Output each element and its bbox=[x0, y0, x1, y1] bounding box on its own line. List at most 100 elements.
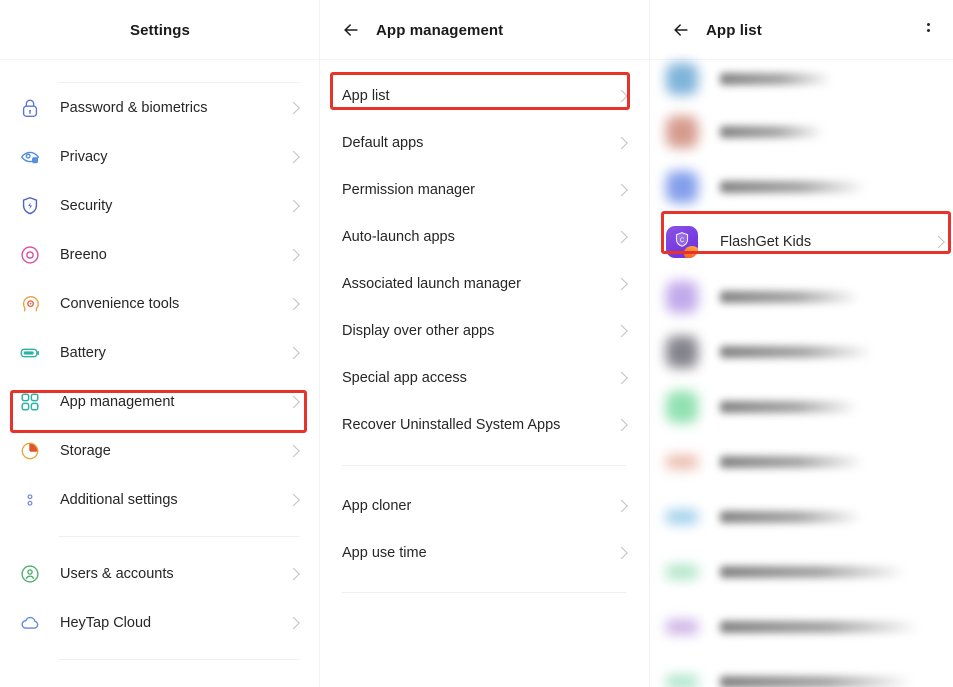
sidebar-item-security[interactable]: Security bbox=[0, 181, 320, 230]
user-circle-icon bbox=[18, 562, 42, 586]
settings-group-2: Users & accounts HeyTap Cloud bbox=[0, 537, 320, 647]
eye-privacy-icon bbox=[18, 145, 42, 169]
settings-panel: Settings Password & biometrics Privacy S… bbox=[0, 0, 320, 687]
chevron-right-icon bbox=[287, 616, 300, 629]
list-item[interactable] bbox=[650, 60, 953, 104]
group-divider-2 bbox=[342, 592, 626, 593]
list-item[interactable] bbox=[650, 599, 953, 654]
sidebar-item-label: Storage bbox=[60, 442, 111, 459]
more-vertical-icon bbox=[18, 488, 42, 512]
top-spacer bbox=[0, 60, 320, 82]
sidebar-item-additional-settings[interactable]: Additional settings bbox=[0, 475, 320, 524]
sidebar-item-label: Security bbox=[60, 197, 113, 214]
app-icon bbox=[666, 390, 698, 423]
menu-item-label: Recover Uninstalled System Apps bbox=[342, 416, 561, 433]
menu-item-label: App list bbox=[342, 87, 390, 104]
menu-item-default-apps[interactable]: Default apps bbox=[320, 119, 650, 166]
list-item-flashget-kids[interactable]: C FlashGet Kids bbox=[650, 214, 953, 269]
sidebar-item-convenience-tools[interactable]: Convenience tools bbox=[0, 279, 320, 328]
app-icon bbox=[666, 335, 698, 368]
app-icon bbox=[666, 115, 698, 148]
chevron-right-icon bbox=[932, 235, 945, 248]
sidebar-item-label: HeyTap Cloud bbox=[60, 614, 152, 631]
battery-icon bbox=[18, 341, 42, 365]
chevron-right-icon bbox=[287, 150, 300, 163]
menu-item-app-use-time[interactable]: App use time bbox=[320, 529, 650, 576]
menu-item-special-app-access[interactable]: Special app access bbox=[320, 354, 650, 401]
list-item[interactable] bbox=[650, 324, 953, 379]
sidebar-item-breeno[interactable]: Breeno bbox=[0, 230, 320, 279]
menu-item-app-cloner[interactable]: App cloner bbox=[320, 482, 650, 529]
settings-header: Settings bbox=[0, 0, 320, 60]
top-spacer bbox=[320, 60, 650, 72]
app-management-header: App management bbox=[320, 0, 650, 60]
list-item[interactable] bbox=[650, 544, 953, 599]
app-management-group-2: App cloner App use time bbox=[320, 466, 650, 576]
more-vertical-icon[interactable] bbox=[917, 19, 939, 41]
arrow-left-icon[interactable] bbox=[340, 19, 362, 41]
sidebar-item-storage[interactable]: Storage bbox=[0, 426, 320, 475]
chevron-right-icon bbox=[615, 230, 628, 243]
app-list-header: App list bbox=[650, 0, 953, 60]
menu-item-label: Associated launch manager bbox=[342, 275, 521, 292]
app-name bbox=[720, 345, 872, 358]
list-item[interactable] bbox=[650, 269, 953, 324]
sidebar-item-label: App management bbox=[60, 393, 175, 410]
list-item[interactable] bbox=[650, 379, 953, 434]
list-item[interactable] bbox=[650, 654, 953, 687]
list-item[interactable] bbox=[650, 434, 953, 489]
list-item[interactable] bbox=[650, 489, 953, 544]
menu-item-display-over-other-apps[interactable]: Display over other apps bbox=[320, 307, 650, 354]
chevron-right-icon bbox=[615, 89, 628, 102]
menu-item-app-list[interactable]: App list bbox=[320, 72, 650, 119]
chevron-right-icon bbox=[287, 297, 300, 310]
chevron-right-icon bbox=[615, 371, 628, 384]
menu-item-associated-launch-manager[interactable]: Associated launch manager bbox=[320, 260, 650, 307]
app-icon bbox=[666, 170, 698, 203]
chevron-right-icon bbox=[615, 418, 628, 431]
sidebar-item-app-management[interactable]: App management bbox=[0, 377, 320, 426]
head-tools-icon bbox=[18, 292, 42, 316]
app-icon bbox=[666, 564, 698, 579]
header-divider bbox=[320, 59, 650, 60]
list-item[interactable] bbox=[650, 159, 953, 214]
app-grid-icon bbox=[18, 390, 42, 414]
menu-item-label: Auto-launch apps bbox=[342, 228, 455, 245]
chevron-right-icon bbox=[615, 324, 628, 337]
chevron-right-icon bbox=[615, 546, 628, 559]
sidebar-item-battery[interactable]: Battery bbox=[0, 328, 320, 377]
menu-item-auto-launch-apps[interactable]: Auto-launch apps bbox=[320, 213, 650, 260]
sidebar-item-password-biometrics[interactable]: Password & biometrics bbox=[0, 83, 320, 132]
flashget-kids-app-icon: C bbox=[666, 225, 698, 258]
sidebar-item-heytap-cloud[interactable]: HeyTap Cloud bbox=[0, 598, 320, 647]
chevron-right-icon bbox=[287, 248, 300, 261]
app-name bbox=[720, 510, 862, 523]
shield-bolt-icon bbox=[18, 194, 42, 218]
cloud-icon bbox=[18, 611, 42, 635]
page-title: App list bbox=[706, 21, 762, 39]
chevron-right-icon bbox=[287, 567, 300, 580]
sidebar-item-privacy[interactable]: Privacy bbox=[0, 132, 320, 181]
arrow-left-icon[interactable] bbox=[670, 19, 692, 41]
menu-item-permission-manager[interactable]: Permission manager bbox=[320, 166, 650, 213]
app-icon bbox=[666, 454, 698, 469]
list-item[interactable] bbox=[650, 104, 953, 159]
app-icon bbox=[666, 63, 698, 95]
sidebar-item-label: Additional settings bbox=[60, 491, 178, 508]
chevron-right-icon bbox=[287, 395, 300, 408]
menu-item-label: App use time bbox=[342, 544, 427, 561]
sidebar-item-users-accounts[interactable]: Users & accounts bbox=[0, 549, 320, 598]
group-divider-bottom bbox=[58, 659, 300, 660]
menu-item-recover-uninstalled-system-apps[interactable]: Recover Uninstalled System Apps bbox=[320, 401, 650, 448]
chevron-right-icon bbox=[287, 493, 300, 506]
sidebar-item-label: Convenience tools bbox=[60, 295, 180, 312]
chevron-right-icon bbox=[287, 101, 300, 114]
app-name bbox=[720, 620, 920, 633]
app-list-panel: App list C FlashGet Kids bbox=[650, 0, 953, 687]
app-icon bbox=[666, 619, 698, 634]
app-name bbox=[720, 180, 866, 193]
menu-item-label: Permission manager bbox=[342, 181, 475, 198]
sidebar-item-label: Users & accounts bbox=[60, 565, 174, 582]
chevron-right-icon bbox=[615, 183, 628, 196]
sidebar-item-label: Battery bbox=[60, 344, 106, 361]
